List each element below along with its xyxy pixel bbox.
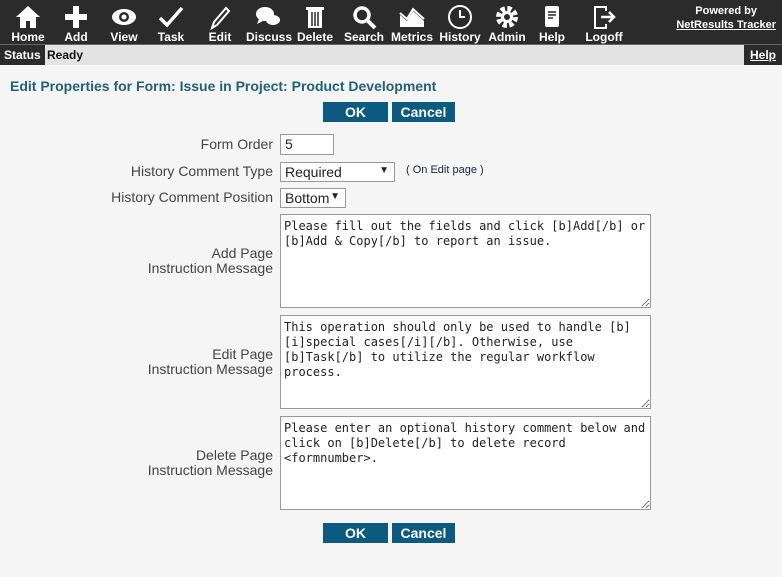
- status-value: Ready: [47, 48, 84, 62]
- chart-icon: [399, 7, 425, 27]
- toolbar-discuss-button[interactable]: Discuss: [246, 0, 293, 45]
- add-page-label: Add Page Instruction Message: [148, 246, 273, 276]
- brand-link[interactable]: NetResults Tracker: [676, 19, 776, 31]
- document-icon: [545, 6, 559, 27]
- logout-icon: [594, 6, 616, 29]
- toolbar-label: Task: [157, 30, 185, 44]
- toolbar-label: Edit: [208, 30, 232, 44]
- ok-button[interactable]: OK: [323, 523, 388, 543]
- toolbar-logoff-button[interactable]: Logoff: [584, 0, 624, 45]
- toolbar-home-button[interactable]: Home: [8, 0, 48, 45]
- search-icon: [353, 6, 377, 30]
- toolbar-admin-button[interactable]: Admin: [487, 0, 527, 45]
- form-order-input[interactable]: 5: [280, 134, 334, 155]
- toolbar-label: History: [439, 30, 481, 44]
- toolbar-label: View: [110, 30, 138, 44]
- dropdown-arrow-icon: ▼: [379, 165, 389, 176]
- toolbar-task-button[interactable]: Task: [153, 0, 189, 45]
- bottom-buttons: OK Cancel: [323, 523, 455, 543]
- toolbar-label: Logoff: [585, 30, 623, 44]
- toolbar-label: Discuss: [246, 30, 293, 44]
- history-type-value: Required: [285, 164, 342, 180]
- status-label: Status: [0, 45, 45, 65]
- label-line: Instruction Message: [147, 361, 273, 377]
- toolbar-help-button[interactable]: Help: [536, 0, 568, 45]
- history-type-label: History Comment Type: [130, 163, 273, 179]
- toolbar-label: Add: [64, 30, 88, 44]
- history-type-note: ( On Edit page ): [406, 164, 484, 176]
- edit-page-message[interactable]: This operation should only be used to ha…: [280, 315, 651, 409]
- cancel-button[interactable]: Cancel: [392, 102, 455, 122]
- toolbar-label: Delete: [296, 30, 334, 44]
- check-icon: [158, 6, 184, 28]
- label-line: Add Page: [211, 245, 274, 261]
- page-title: Edit Properties for Form: Issue in Proje…: [10, 78, 437, 94]
- toolbar-delete-button[interactable]: Delete: [296, 0, 334, 45]
- toolbar-label: Admin: [488, 30, 526, 44]
- status-bar: Status Ready Help: [0, 45, 782, 65]
- toolbar-metrics-button[interactable]: Metrics: [390, 0, 434, 45]
- main-toolbar: Powered by NetResults Tracker Home Add Vie…: [0, 0, 782, 45]
- history-position-label: History Comment Position: [111, 189, 273, 205]
- top-buttons: OK Cancel: [323, 102, 455, 122]
- home-icon: [16, 6, 40, 28]
- label-line: Delete Page: [195, 447, 273, 463]
- trash-icon: [306, 7, 324, 28]
- ok-button[interactable]: OK: [323, 102, 388, 122]
- dropdown-arrow-icon: ▼: [330, 191, 340, 202]
- powered-by: Powered by NetResults Tracker: [676, 4, 776, 32]
- powered-by-text: Powered by: [695, 5, 758, 17]
- history-type-select[interactable]: Required ▼: [280, 162, 395, 182]
- toolbar-label: Help: [538, 30, 565, 44]
- clock-icon: [448, 5, 472, 29]
- delete-page-message[interactable]: Please enter an optional history comment…: [280, 416, 651, 510]
- plus-icon: [65, 6, 87, 28]
- chat-icon: [256, 7, 280, 25]
- label-line: Instruction Message: [147, 260, 273, 276]
- history-position-select[interactable]: Bottom ▼: [280, 188, 346, 208]
- toolbar-label: Home: [11, 30, 45, 44]
- help-link[interactable]: Help: [743, 45, 782, 65]
- pencil-icon: [210, 6, 231, 31]
- label-line: Edit Page: [212, 346, 273, 362]
- toolbar-label: Search: [343, 30, 385, 44]
- toolbar-edit-button[interactable]: Edit: [204, 0, 236, 45]
- form-order-label: Form Order: [200, 136, 273, 152]
- cancel-button[interactable]: Cancel: [392, 523, 455, 543]
- history-position-value: Bottom: [285, 190, 330, 206]
- delete-page-label: Delete Page Instruction Message: [148, 448, 273, 478]
- toolbar-history-button[interactable]: History: [437, 0, 483, 45]
- label-line: Instruction Message: [147, 462, 273, 478]
- toolbar-search-button[interactable]: Search: [343, 0, 385, 45]
- add-page-message[interactable]: Please fill out the fields and click [b]…: [280, 214, 651, 308]
- eye-icon: [112, 9, 136, 25]
- gear-icon: [496, 6, 518, 28]
- toolbar-label: Metrics: [390, 30, 434, 44]
- toolbar-add-button[interactable]: Add: [58, 0, 94, 45]
- edit-page-label: Edit Page Instruction Message: [148, 347, 273, 377]
- toolbar-view-button[interactable]: View: [104, 0, 144, 45]
